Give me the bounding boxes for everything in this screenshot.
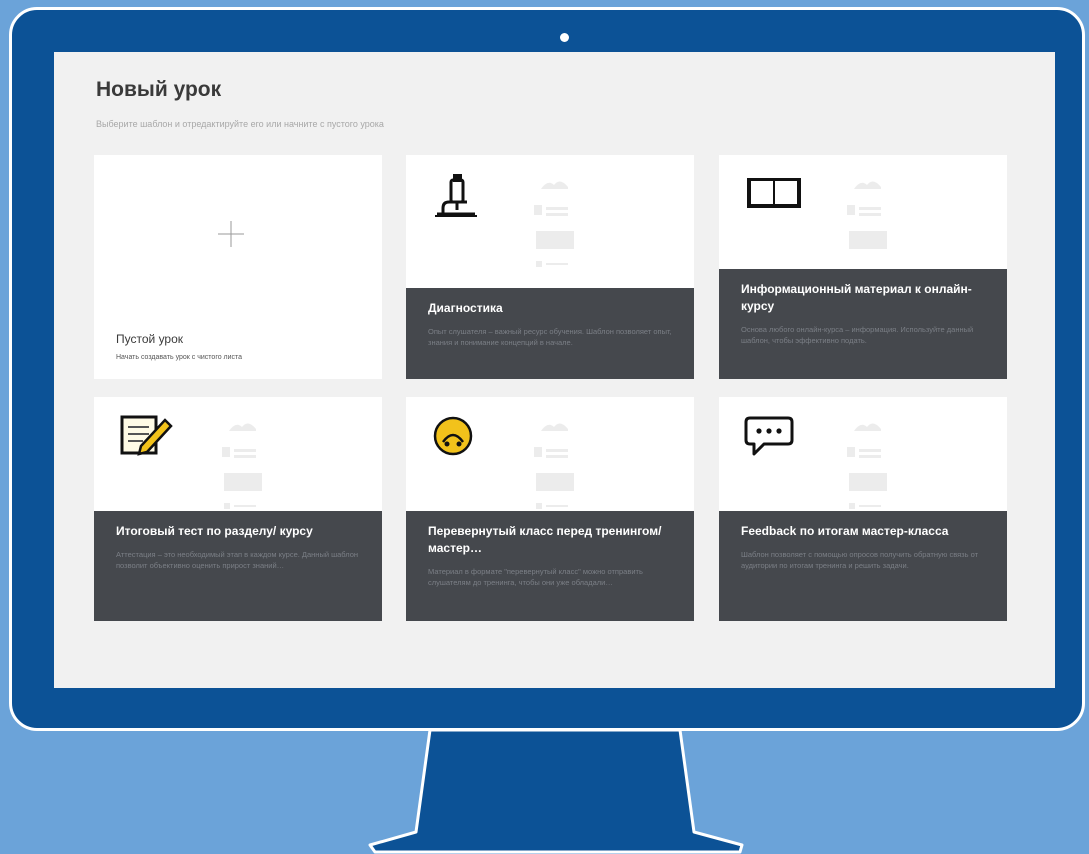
- template-preview-placeholder: [534, 423, 574, 509]
- card-description: Шаблон позволяет с помощью опросов получ…: [741, 550, 979, 570]
- template-preview-placeholder: [534, 181, 574, 267]
- card-title: Пустой урок: [116, 332, 184, 346]
- notepad-pencil-icon: [120, 415, 173, 456]
- camera-dot: [560, 33, 569, 42]
- card-diagnostics[interactable]: Диагностика Опыт слушателя – важный ресу…: [406, 155, 694, 379]
- card-empty-lesson[interactable]: Пустой урок Начать создавать урок с чист…: [94, 155, 382, 379]
- screen: Новый урок Выберите шаблон и отредактиру…: [54, 52, 1055, 688]
- card-flipped-class[interactable]: Перевернутый класс перед тренингом/масте…: [406, 397, 694, 621]
- card-description: Начать создавать урок с чистого листа: [116, 354, 243, 361]
- card-description: Основа любого онлайн-курса – информация.…: [741, 325, 974, 345]
- card-footer: Итоговый тест по разделу/ курсу Аттестац…: [94, 511, 382, 621]
- template-preview-placeholder: [847, 181, 887, 249]
- card-title: Feedback по итогам мастер-класса: [741, 524, 949, 538]
- book-icon: [747, 178, 801, 208]
- card-information-material[interactable]: Информационный материал к онлайн-курсу О…: [719, 155, 1007, 379]
- card-title: Итоговый тест по разделу/ курсу: [116, 524, 313, 538]
- card-description: Опыт слушателя – важный ресурс обучения.…: [428, 327, 672, 347]
- card-feedback[interactable]: Feedback по итогам мастер-класса Шаблон …: [719, 397, 1007, 621]
- plus-icon: [218, 221, 244, 247]
- template-preview-placeholder: [222, 423, 262, 509]
- card-footer: Информационный материал к онлайн-курсу О…: [719, 269, 1007, 379]
- card-title: Информационный материал к онлайн-курсу: [741, 282, 972, 313]
- upside-down-face-icon: [433, 416, 473, 456]
- microscope-icon: [435, 174, 477, 217]
- card-description: Аттестация – это необходимый этап в кажд…: [116, 550, 359, 570]
- template-preview-placeholder: [847, 423, 887, 509]
- card-footer: Перевернутый класс перед тренингом/масте…: [406, 511, 694, 621]
- card-final-test[interactable]: Итоговый тест по разделу/ курсу Аттестац…: [94, 397, 382, 621]
- speech-bubble-icon: [744, 416, 794, 456]
- card-footer: Feedback по итогам мастер-класса Шаблон …: [719, 511, 1007, 621]
- card-description: Материал в формате "перевернутый класс" …: [428, 567, 643, 587]
- card-footer: Диагностика Опыт слушателя – важный ресу…: [406, 288, 694, 379]
- card-title: Диагностика: [428, 301, 503, 315]
- page-title: Новый урок: [96, 78, 222, 101]
- page-subtitle: Выберите шаблон и отредактируйте его или…: [96, 119, 384, 129]
- card-title: Перевернутый класс перед тренингом/масте…: [428, 524, 662, 555]
